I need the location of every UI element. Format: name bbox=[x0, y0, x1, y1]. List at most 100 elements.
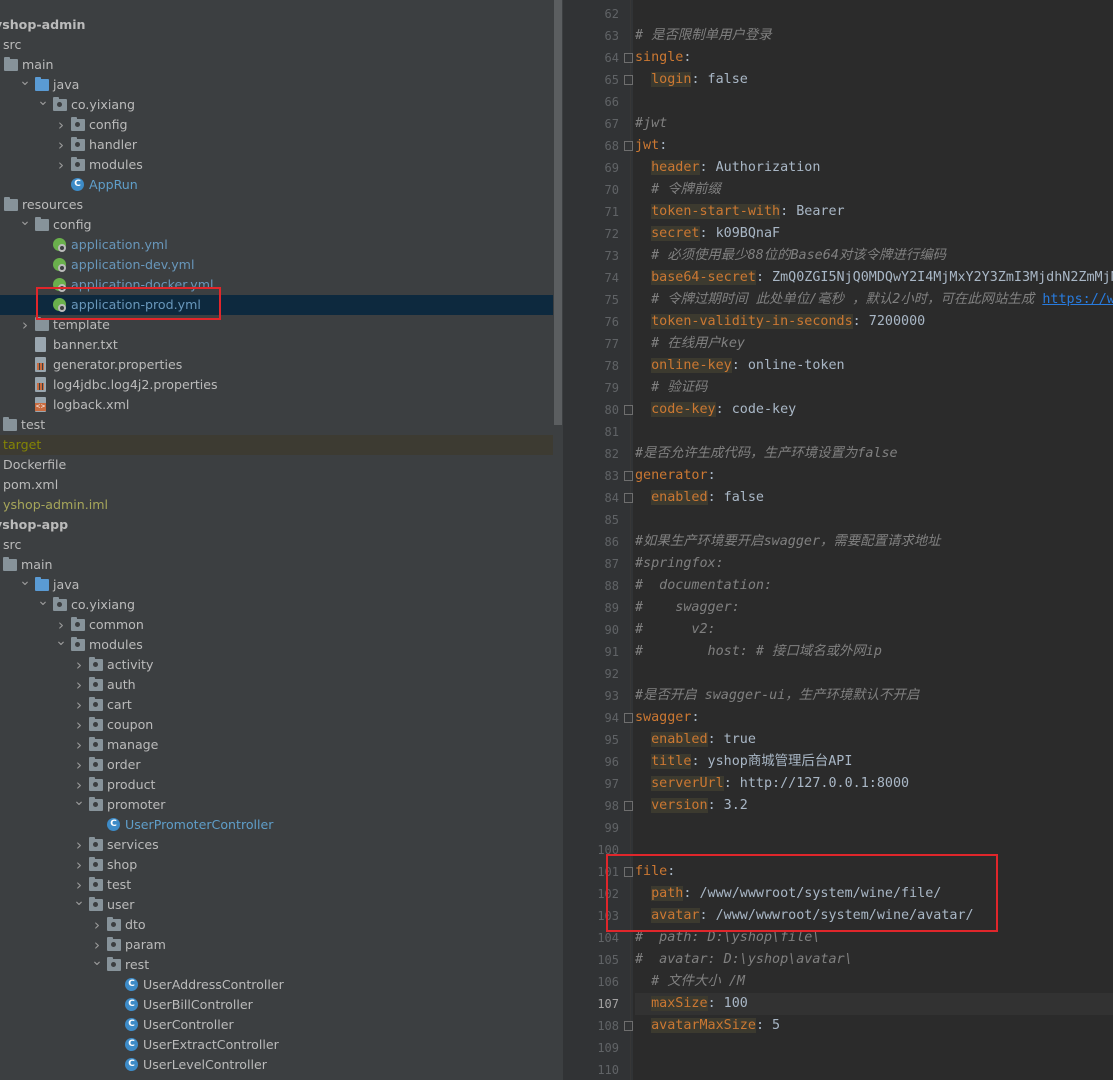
tree-item[interactable]: application.yml bbox=[0, 235, 553, 255]
code-line[interactable]: #是否允许生成代码，生产环境设置为false bbox=[635, 443, 1113, 465]
tree-item[interactable]: main bbox=[0, 555, 553, 575]
tree-item[interactable]: › activity bbox=[0, 655, 553, 675]
tree-item[interactable]: › handler bbox=[0, 135, 553, 155]
tree-item[interactable]: ⌄resources bbox=[0, 193, 553, 215]
code-line[interactable]: avatar: /www/wwwroot/system/wine/avatar/ bbox=[635, 905, 1113, 927]
code-line[interactable] bbox=[635, 839, 1113, 861]
chevron-right-icon[interactable]: › bbox=[55, 135, 67, 155]
tree-item[interactable]: target bbox=[0, 435, 553, 455]
chevron-right-icon[interactable]: › bbox=[73, 695, 85, 715]
code-line[interactable]: # path: D:\yshop\file\ bbox=[635, 927, 1113, 949]
project-tree-scrollbar[interactable] bbox=[553, 0, 563, 1080]
code-line[interactable]: # swagger: bbox=[635, 597, 1113, 619]
tree-item[interactable]: › config bbox=[0, 115, 553, 135]
chevron-down-icon[interactable]: ⌄ bbox=[37, 591, 49, 611]
code-line[interactable]: version: 3.2 bbox=[635, 795, 1113, 817]
tree-item[interactable]: C UserAddressController bbox=[0, 975, 553, 995]
tree-item[interactable]: application-prod.yml bbox=[0, 295, 553, 315]
code-line[interactable]: avatarMaxSize: 5 bbox=[635, 1015, 1113, 1037]
tree-item[interactable]: › coupon bbox=[0, 715, 553, 735]
fold-marker-icon[interactable] bbox=[624, 493, 633, 503]
chevron-down-icon[interactable]: ⌄ bbox=[73, 791, 85, 811]
tree-item[interactable]: application-dev.yml bbox=[0, 255, 553, 275]
code-editor[interactable]: 62 63 # 是否限制单用户登录 64 single: 65 login: false 6… bbox=[563, 0, 1113, 1080]
chevron-down-icon[interactable]: ⌄ bbox=[19, 571, 31, 591]
scrollbar-thumb[interactable] bbox=[554, 0, 562, 425]
tree-item[interactable]: generator.properties bbox=[0, 355, 553, 375]
tree-item[interactable]: › param bbox=[0, 935, 553, 955]
chevron-right-icon[interactable]: › bbox=[73, 675, 85, 695]
code-line[interactable]: file: bbox=[635, 861, 1113, 883]
tree-item[interactable]: › common bbox=[0, 615, 553, 635]
code-line[interactable]: # 验证码 bbox=[635, 377, 1113, 399]
tree-item[interactable]: ⌄ java bbox=[0, 573, 553, 595]
code-line[interactable]: swagger: bbox=[635, 707, 1113, 729]
tree-item[interactable]: C UserController bbox=[0, 1015, 553, 1035]
code-line[interactable]: #springfox: bbox=[635, 553, 1113, 575]
code-line[interactable]: online-key: online-token bbox=[635, 355, 1113, 377]
code-line[interactable]: # documentation: bbox=[635, 575, 1113, 597]
chevron-down-icon[interactable]: ⌄ bbox=[91, 951, 103, 971]
code-line[interactable]: enabled: false bbox=[635, 487, 1113, 509]
fold-marker-icon[interactable] bbox=[624, 141, 633, 151]
chevron-right-icon[interactable]: › bbox=[73, 735, 85, 755]
code-line[interactable]: # 文件大小 /M bbox=[635, 971, 1113, 993]
tree-item[interactable]: ⌄ config bbox=[0, 213, 553, 235]
code-line[interactable] bbox=[635, 421, 1113, 443]
tree-item[interactable]: ⌄ promoter bbox=[0, 793, 553, 815]
code-line[interactable]: base64-secret: ZmQ0ZGI5NjQ0MDQwY2I4MjMxY… bbox=[635, 267, 1113, 289]
chevron-right-icon[interactable]: › bbox=[73, 655, 85, 675]
fold-marker-icon[interactable] bbox=[624, 801, 633, 811]
tree-item[interactable]: ⌄ user bbox=[0, 893, 553, 915]
tree-item[interactable]: ⌄main bbox=[0, 53, 553, 75]
tree-item[interactable]: C UserPromoterController bbox=[0, 815, 553, 835]
code-line[interactable] bbox=[635, 663, 1113, 685]
code-line[interactable]: #是否开启 swagger-ui，生产环境默认不开启 bbox=[635, 685, 1113, 707]
tree-item[interactable]: ⌄ co.yixiang bbox=[0, 593, 553, 615]
tree-item[interactable]: › services bbox=[0, 835, 553, 855]
code-line[interactable]: #jwt bbox=[635, 113, 1113, 135]
code-line[interactable] bbox=[635, 1037, 1113, 1059]
chevron-down-icon[interactable]: ⌄ bbox=[19, 211, 31, 231]
code-line[interactable] bbox=[635, 1059, 1113, 1080]
tree-item[interactable]: › modules bbox=[0, 155, 553, 175]
tree-item[interactable]: › dto bbox=[0, 915, 553, 935]
tree-item[interactable]: application-docker.yml bbox=[0, 275, 553, 295]
tree-item[interactable]: yshop-admin.iml bbox=[0, 495, 553, 515]
code-line[interactable]: # 是否限制单用户登录 bbox=[635, 25, 1113, 47]
code-line[interactable]: header: Authorization bbox=[635, 157, 1113, 179]
tree-item[interactable]: yshop-admin bbox=[0, 15, 553, 35]
code-line[interactable]: enabled: true bbox=[635, 729, 1113, 751]
tree-item[interactable]: ⌄ modules bbox=[0, 633, 553, 655]
fold-marker-icon[interactable] bbox=[624, 471, 633, 481]
tree-item[interactable]: test bbox=[0, 415, 553, 435]
code-line[interactable]: # host: # 接口域名或外网ip bbox=[635, 641, 1113, 663]
tree-item[interactable]: ⌄ rest bbox=[0, 953, 553, 975]
tree-item[interactable]: › manage bbox=[0, 735, 553, 755]
chevron-down-icon[interactable]: ⌄ bbox=[37, 91, 49, 111]
code-line[interactable]: #如果生产环境要开启swagger，需要配置请求地址 bbox=[635, 531, 1113, 553]
code-line[interactable]: maxSize: 100 bbox=[635, 993, 1113, 1015]
code-line[interactable]: path: /www/wwwroot/system/wine/file/ bbox=[635, 883, 1113, 905]
code-line[interactable]: login: false bbox=[635, 69, 1113, 91]
tree-item[interactable]: src bbox=[0, 535, 553, 555]
code-line[interactable]: # avatar: D:\yshop\avatar\ bbox=[635, 949, 1113, 971]
code-line[interactable]: # 在线用户key bbox=[635, 333, 1113, 355]
tree-item[interactable]: › cart bbox=[0, 695, 553, 715]
tree-item[interactable]: banner.txt bbox=[0, 335, 553, 355]
tree-item[interactable]: C UserBillController bbox=[0, 995, 553, 1015]
fold-marker-icon[interactable] bbox=[624, 75, 633, 85]
code-line[interactable]: single: bbox=[635, 47, 1113, 69]
fold-marker-icon[interactable] bbox=[624, 53, 633, 63]
tree-item[interactable]: Dockerfile bbox=[0, 455, 553, 475]
fold-marker-icon[interactable] bbox=[624, 713, 633, 723]
chevron-right-icon[interactable]: › bbox=[73, 755, 85, 775]
tree-item[interactable]: C UserExtractController bbox=[0, 1035, 553, 1055]
code-line[interactable]: token-validity-in-seconds: 7200000 bbox=[635, 311, 1113, 333]
code-line[interactable]: serverUrl: http://127.0.0.1:8000 bbox=[635, 773, 1113, 795]
tree-item[interactable]: › shop bbox=[0, 855, 553, 875]
chevron-right-icon[interactable]: › bbox=[55, 155, 67, 175]
code-line[interactable]: jwt: bbox=[635, 135, 1113, 157]
code-line[interactable]: secret: k09BQnaF bbox=[635, 223, 1113, 245]
tree-item[interactable]: ⌄ co.yixiang bbox=[0, 93, 553, 115]
